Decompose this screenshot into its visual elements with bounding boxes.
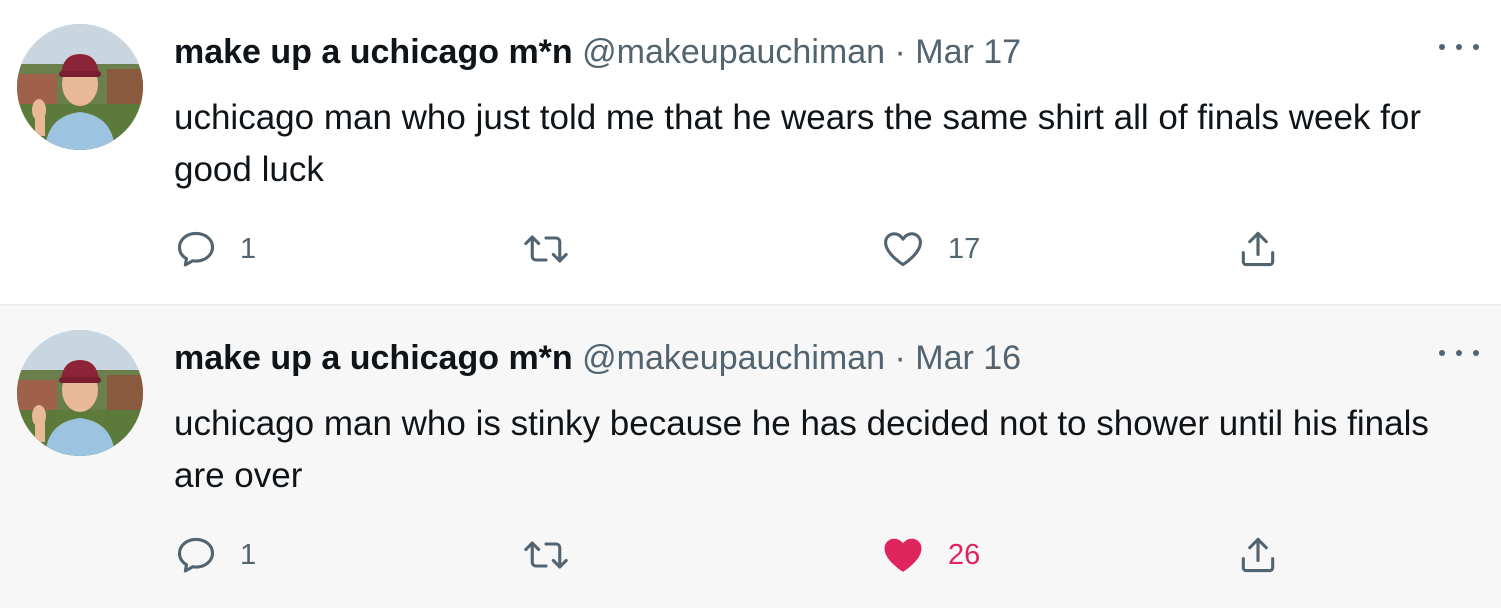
retweet-button[interactable] xyxy=(522,530,592,580)
heart-icon xyxy=(884,538,922,572)
handle[interactable]: @makeupauchiman xyxy=(582,339,885,377)
like-count: 26 xyxy=(948,538,981,571)
reply-icon xyxy=(177,231,215,267)
more-icon[interactable] xyxy=(1439,32,1479,62)
separator: · xyxy=(894,33,906,71)
reply-button[interactable]: 1 xyxy=(174,224,256,274)
more-dot xyxy=(1456,44,1462,50)
tweet-date[interactable]: Mar 16 xyxy=(915,339,1021,377)
tweet-actions: 1 26 xyxy=(174,530,1324,580)
reply-button[interactable]: 1 xyxy=(174,530,256,580)
tweet-date[interactable]: Mar 17 xyxy=(915,33,1021,71)
avatar[interactable] xyxy=(17,330,143,456)
display-name[interactable]: make up a uchicago m*n xyxy=(174,33,573,71)
more-dot xyxy=(1456,350,1462,356)
reply-icon xyxy=(177,537,215,573)
share-icon xyxy=(1241,537,1275,573)
like-count: 17 xyxy=(948,232,981,265)
more-dot xyxy=(1439,44,1445,50)
retweet-button[interactable] xyxy=(522,224,592,274)
more-dot xyxy=(1439,350,1445,356)
share-button[interactable] xyxy=(1236,224,1280,274)
reply-count: 1 xyxy=(240,538,257,571)
tweet-header: make up a uchicago m*n @makeupauchiman ·… xyxy=(174,30,1021,74)
share-button[interactable] xyxy=(1236,530,1280,580)
reply-count: 1 xyxy=(240,232,257,265)
tweet-actions: 1 17 xyxy=(174,224,1324,274)
tweet[interactable]: make up a uchicago m*n @makeupauchiman ·… xyxy=(0,304,1501,608)
like-button[interactable]: 17 xyxy=(880,224,980,274)
heart-icon xyxy=(884,232,922,267)
tweet[interactable]: make up a uchicago m*n @makeupauchiman ·… xyxy=(0,0,1501,304)
handle[interactable]: @makeupauchiman xyxy=(582,33,885,71)
retweet-icon xyxy=(524,541,568,569)
tweet-text: uchicago man who is stinky because he ha… xyxy=(174,404,1429,495)
share-icon xyxy=(1241,231,1275,267)
avatar[interactable] xyxy=(17,24,143,150)
display-name[interactable]: make up a uchicago m*n xyxy=(174,339,573,377)
more-dot xyxy=(1473,44,1479,50)
more-dot xyxy=(1473,350,1479,356)
like-button[interactable]: 26 xyxy=(880,530,980,580)
retweet-icon xyxy=(524,235,568,263)
separator: · xyxy=(894,339,906,377)
tweet-text: uchicago man who just told me that he we… xyxy=(174,98,1421,189)
more-icon[interactable] xyxy=(1439,338,1479,368)
tweet-header: make up a uchicago m*n @makeupauchiman ·… xyxy=(174,336,1021,380)
